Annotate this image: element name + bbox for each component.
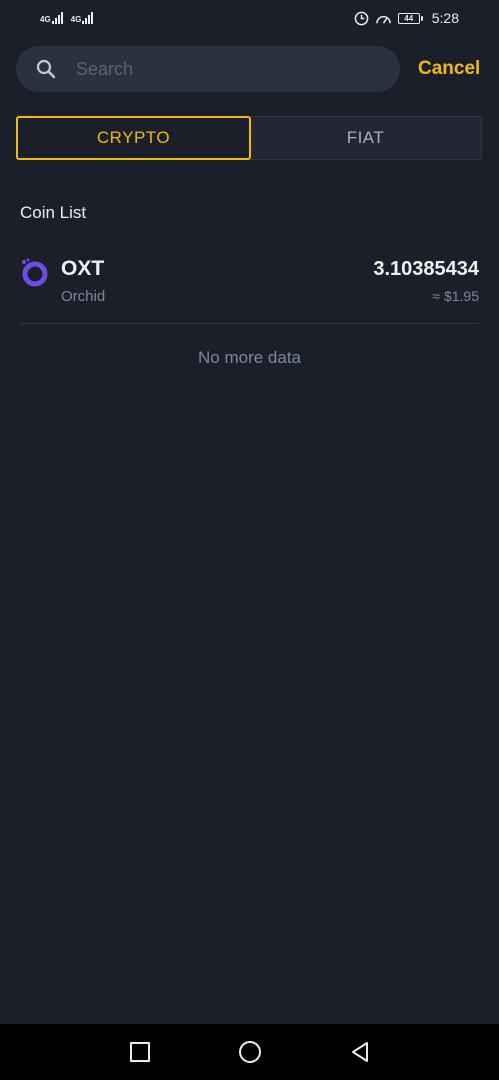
coin-amount: 3.10385434 xyxy=(373,258,479,280)
signal-2: 4G xyxy=(71,12,94,24)
square-icon xyxy=(129,1042,150,1062)
back-button[interactable] xyxy=(348,1040,372,1064)
status-right: 44 5:28 xyxy=(354,10,459,26)
network-type-2: 4G xyxy=(70,15,82,24)
battery-level: 44 xyxy=(404,13,414,23)
signal-1: 4G xyxy=(40,12,63,24)
network-type-1: 4G xyxy=(40,15,51,24)
asset-type-tabs: CRYPTO FIAT xyxy=(16,116,482,160)
no-more-data-label: No more data xyxy=(198,348,301,367)
tab-fiat[interactable]: FIAT xyxy=(250,117,481,159)
speedometer-icon xyxy=(375,15,391,24)
battery-icon: 44 xyxy=(397,12,423,24)
signal-bars-icon xyxy=(82,12,94,24)
status-left: 4G 4G xyxy=(40,12,94,24)
search-box[interactable] xyxy=(16,46,400,92)
system-nav-bar xyxy=(0,1024,499,1080)
search-input[interactable] xyxy=(74,57,358,81)
coin-fiat-value: ≈ $1.95 xyxy=(432,288,479,304)
tab-crypto[interactable]: CRYPTO xyxy=(16,116,251,160)
coin-name: Orchid xyxy=(61,288,106,305)
signal-bars-icon xyxy=(51,12,63,24)
triangle-back-icon xyxy=(351,1042,368,1062)
search-row: Cancel xyxy=(16,46,486,92)
coin-list-item[interactable]: OXT Orchid 3.10385434 ≈ $1.95 xyxy=(20,252,479,324)
status-bar: 4G 4G 44 5:28 xyxy=(0,0,499,36)
orchid-logo-icon xyxy=(22,258,48,287)
cancel-button[interactable]: Cancel xyxy=(418,58,480,80)
section-title: Coin List xyxy=(20,203,87,222)
search-icon xyxy=(36,59,56,79)
coin-symbol: OXT xyxy=(61,257,105,280)
recents-button[interactable] xyxy=(128,1040,152,1064)
clock: 5:28 xyxy=(431,10,459,26)
home-button[interactable] xyxy=(238,1040,262,1064)
circle-icon xyxy=(238,1041,261,1063)
data-saver-icon xyxy=(354,11,369,25)
